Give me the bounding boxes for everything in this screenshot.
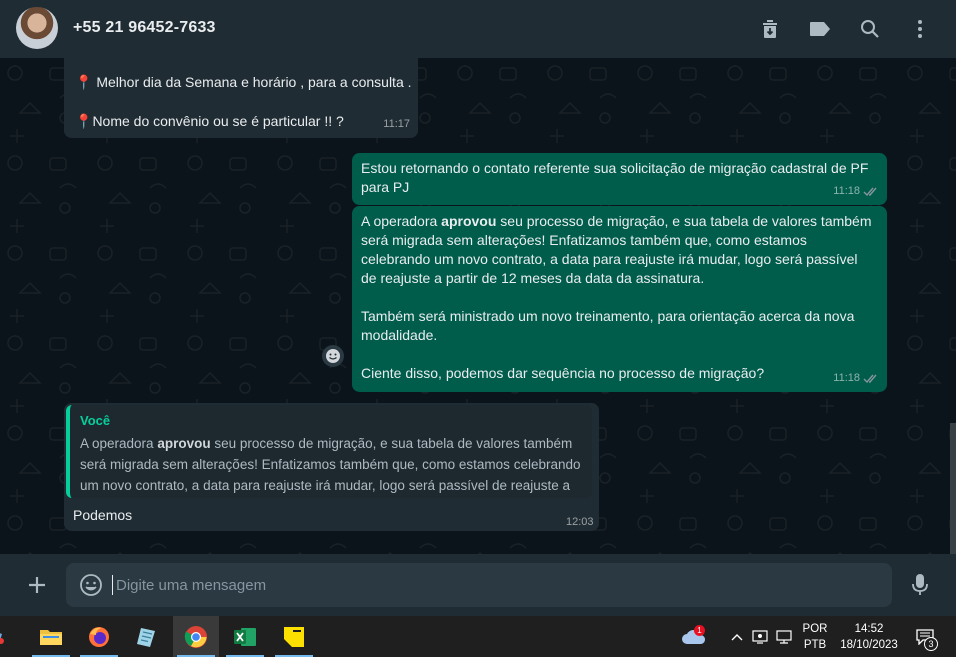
microphone-icon xyxy=(912,574,928,595)
app-icon xyxy=(0,632,4,644)
message-line: Nome do convênio ou se é particular !! ? xyxy=(92,113,344,129)
taskbar-partial-app[interactable] xyxy=(0,616,14,657)
message-bold: aprovou xyxy=(441,213,497,229)
outgoing-message[interactable]: Estou retornando o contato referente sua… xyxy=(352,153,887,205)
clock-date: 18/10/2023 xyxy=(840,639,898,651)
scrollbar[interactable] xyxy=(950,423,956,554)
message-input[interactable] xyxy=(116,563,876,607)
taskbar-excel[interactable] xyxy=(222,616,268,657)
message-text: Ciente disso, podemos dar sequência no p… xyxy=(361,365,765,381)
emoji-icon[interactable] xyxy=(79,573,103,597)
quote-fragment: A operadora xyxy=(80,436,158,451)
contact-avatar[interactable] xyxy=(16,7,58,49)
incoming-message[interactable]: 📍 Melhor dia da Semana e horário , para … xyxy=(64,58,418,138)
label-icon[interactable] xyxy=(808,17,832,41)
language-indicator[interactable]: POR PTB xyxy=(798,622,832,652)
device-icon xyxy=(752,629,768,644)
double-check-icon xyxy=(863,187,877,197)
voice-message-button[interactable] xyxy=(908,572,932,598)
chat-header[interactable]: +55 21 96452-7633 xyxy=(0,0,956,58)
tray-device-button[interactable] xyxy=(750,616,770,657)
keyboard-layout: PTB xyxy=(803,639,827,651)
quote-text: A operadora aprovou seu processo de migr… xyxy=(80,433,582,498)
menu-icon[interactable] xyxy=(908,17,932,41)
clock-time: 14:52 xyxy=(854,623,884,635)
folder-icon xyxy=(40,629,62,645)
notification-center-button[interactable] xyxy=(908,616,942,657)
taskbar-sticky-notes[interactable] xyxy=(271,616,317,657)
message-meta: 11:18 xyxy=(833,369,879,388)
plus-icon xyxy=(29,577,45,593)
quote-author: Você xyxy=(80,413,111,428)
chrome-icon xyxy=(184,625,207,648)
excel-icon xyxy=(234,627,256,646)
contact-name[interactable]: +55 21 96452-7633 xyxy=(73,19,216,37)
quote-bold: aprovou xyxy=(157,436,211,451)
notes-icon xyxy=(137,627,155,647)
message-text: 📍 Melhor dia da Semana e horário , para … xyxy=(75,73,412,92)
message-text: A operadora aprovou seu processo de migr… xyxy=(361,212,876,288)
message-meta: 11:18 xyxy=(833,182,879,201)
text-caret xyxy=(112,575,113,595)
message-fragment: A operadora xyxy=(361,213,442,229)
smiley-icon xyxy=(326,349,340,363)
message-input-box[interactable] xyxy=(66,563,892,607)
message-line: Melhor dia da Semana e horário , para a … xyxy=(96,74,412,90)
message-time: 11:18 xyxy=(833,372,860,384)
firefox-icon xyxy=(89,626,109,647)
message-time: 12:03 xyxy=(566,516,594,528)
double-check-icon xyxy=(863,374,877,384)
taskbar-chrome[interactable] xyxy=(173,616,219,657)
search-icon[interactable] xyxy=(858,17,882,41)
taskbar-notes-app[interactable] xyxy=(124,616,170,657)
reaction-emoji-button[interactable] xyxy=(322,345,344,367)
message-time: 11:17 xyxy=(383,118,410,130)
taskbar-file-explorer[interactable] xyxy=(28,616,74,657)
composer-bar xyxy=(0,554,956,616)
attach-button[interactable] xyxy=(24,572,50,598)
notification-count-badge: 3 xyxy=(924,637,938,651)
pin-icon: 📍 xyxy=(75,113,93,129)
message-meta: 11:17 xyxy=(383,115,410,134)
taskbar-firefox[interactable] xyxy=(76,616,122,657)
outgoing-message[interactable]: A operadora aprovou seu processo de migr… xyxy=(352,206,887,392)
weather-tray-button[interactable] xyxy=(676,616,712,657)
message-text: Estou retornando o contato referente sua… xyxy=(361,160,873,195)
weather-badge: 1 xyxy=(694,625,705,636)
pin-icon: 📍 xyxy=(75,74,93,90)
network-icon xyxy=(776,629,792,644)
message-text: 📍Nome do convênio ou se é particular !! … xyxy=(75,112,344,131)
clock[interactable]: 14:52 18/10/2023 xyxy=(836,622,902,652)
sticky-notes-icon xyxy=(284,626,304,647)
show-hidden-icons-button[interactable] xyxy=(728,616,746,657)
archive-icon[interactable] xyxy=(758,17,782,41)
quoted-message[interactable]: Você A operadora aprovou seu processo de… xyxy=(66,405,592,498)
message-time: 11:18 xyxy=(833,185,860,197)
network-button[interactable] xyxy=(772,616,796,657)
message-list[interactable]: 📍 Melhor dia da Semana e horário , para … xyxy=(0,58,956,554)
language-code: POR xyxy=(802,623,828,635)
message-text: Também será ministrado um novo treinamen… xyxy=(361,308,859,343)
os-taskbar: 1 POR PTB 14:52 18/10/2023 3 xyxy=(0,616,956,657)
chevron-up-icon xyxy=(731,633,743,640)
message-text: Podemos xyxy=(73,507,133,523)
